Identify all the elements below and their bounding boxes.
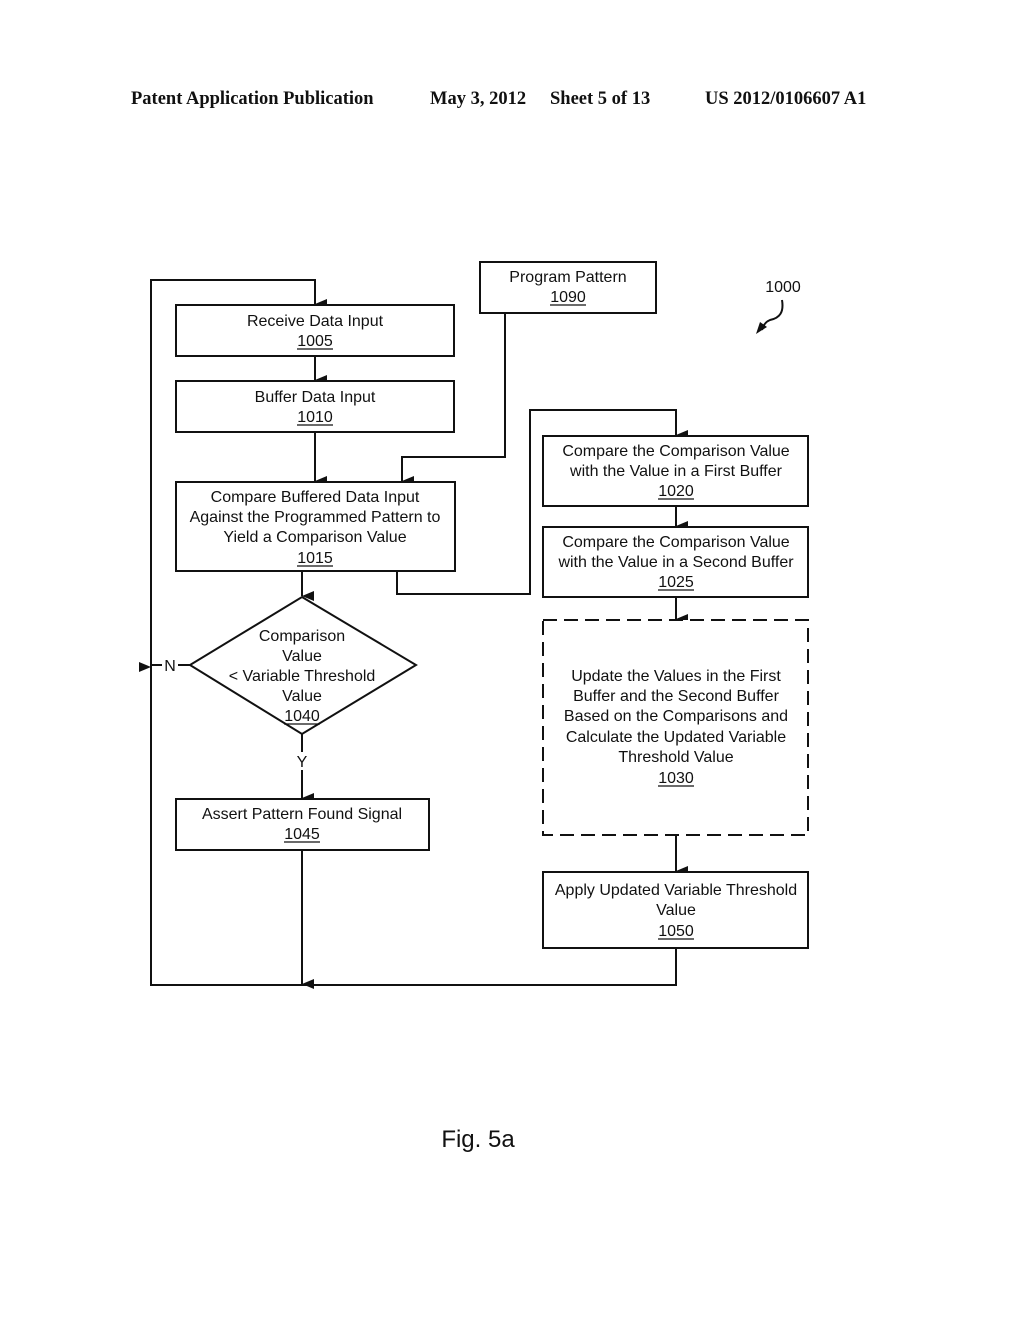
node-1020-id: 1020 <box>658 483 694 500</box>
node-1015-label-line3: Yield a Comparison Value <box>223 529 406 546</box>
node-1030: Update the Values in the First Buffer an… <box>542 619 809 836</box>
flowchart: Receive Data Input 1005 Buffer Data Inpu… <box>139 261 809 1153</box>
figure-caption: Fig. 5a <box>441 1126 515 1153</box>
node-1015-label-line2: Against the Programmed Pattern to <box>190 509 441 526</box>
node-1090: Program Pattern 1090 <box>479 261 657 314</box>
node-1015-label-line1: Compare Buffered Data Input <box>211 489 420 506</box>
node-1015: Compare Buffered Data Input Against the … <box>175 481 456 572</box>
node-1040-label-line2: Value <box>282 648 322 665</box>
node-1030-label-line5: Threshold Value <box>618 749 733 766</box>
node-1050-id: 1050 <box>658 923 694 940</box>
node-1010-label: Buffer Data Input <box>255 389 376 406</box>
edge-label-yes: Y <box>297 754 308 771</box>
node-1040-label-line4: Value <box>282 688 322 705</box>
figure-ref-number: 1000 <box>765 279 801 296</box>
node-1020-label-line2: with the Value in a First Buffer <box>569 463 783 480</box>
node-1020: Compare the Comparison Value with the Va… <box>542 435 809 507</box>
node-1015-id: 1015 <box>297 550 333 567</box>
node-1050: Apply Updated Variable Threshold Value 1… <box>542 871 809 949</box>
node-1030-label-line4: Calculate the Updated Variable <box>566 729 786 746</box>
node-1020-label-line1: Compare the Comparison Value <box>562 443 789 460</box>
edge-1050-bus <box>151 948 677 986</box>
node-1030-box-dashed <box>542 619 809 836</box>
node-1050-label-line1: Apply Updated Variable Threshold <box>555 882 797 899</box>
node-1025: Compare the Comparison Value with the Va… <box>542 526 809 598</box>
ref-leader-line <box>761 299 784 331</box>
node-1045-id: 1045 <box>284 826 320 843</box>
node-1040-id: 1040 <box>284 708 320 725</box>
node-1040: Comparison Value < Variable Threshold Va… <box>164 595 418 771</box>
node-1025-id: 1025 <box>658 574 694 591</box>
node-1090-label: Program Pattern <box>509 269 626 286</box>
node-1005: Receive Data Input 1005 <box>175 304 455 357</box>
node-1050-label-line2: Value <box>656 902 696 919</box>
node-1045: Assert Pattern Found Signal 1045 <box>175 798 430 851</box>
node-1045-label: Assert Pattern Found Signal <box>202 806 402 823</box>
node-1025-label-line2: with the Value in a Second Buffer <box>557 554 794 571</box>
node-1005-id: 1005 <box>297 333 333 350</box>
node-1010-id: 1010 <box>297 409 333 426</box>
node-1040-label-line1: Comparison <box>259 628 345 645</box>
node-1005-label: Receive Data Input <box>247 313 384 330</box>
ref-1000: 1000 <box>756 279 801 334</box>
node-1010: Buffer Data Input 1010 <box>175 380 455 433</box>
node-1030-label-line2: Buffer and the Second Buffer <box>573 688 779 705</box>
edge-label-no: N <box>164 658 176 675</box>
node-1030-label-line1: Update the Values in the First <box>571 668 781 685</box>
node-1025-label-line1: Compare the Comparison Value <box>562 534 789 551</box>
node-1030-label-line3: Based on the Comparisons and <box>564 708 788 725</box>
node-1090-id: 1090 <box>550 289 586 306</box>
node-1030-id: 1030 <box>658 770 694 787</box>
node-1040-label-line3: < Variable Threshold <box>229 668 376 685</box>
